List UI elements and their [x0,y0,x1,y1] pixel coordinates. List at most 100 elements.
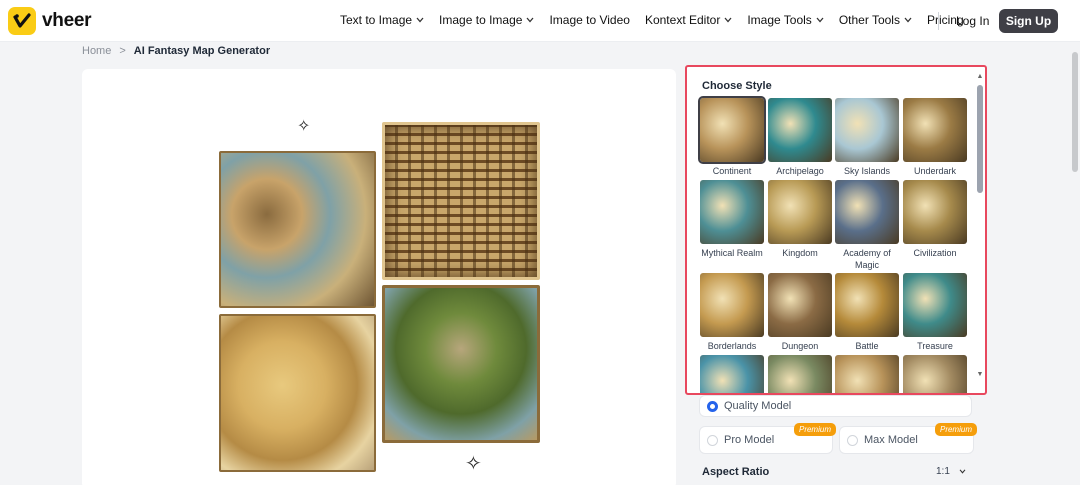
chevron-down-icon [526,17,534,23]
style-option[interactable]: Underdark [903,98,967,177]
style-thumbnail [700,273,764,337]
style-thumbnail [700,180,764,244]
style-picker: Choose Style Continent Archipelago Sky Isl… [685,65,987,395]
chevron-down-icon [724,17,732,23]
model-label: Pro Model [724,434,775,446]
sample-map-parchment [219,314,376,472]
style-option[interactable] [903,355,967,393]
model-option-quality[interactable]: Quality Model [699,395,972,417]
style-option[interactable]: Sky Islands [835,98,899,177]
chevron-down-icon [816,17,824,23]
nav-item-label: Image to Image [439,13,523,27]
vheer-logo-icon [8,7,36,35]
style-label: Borderlands [707,341,757,351]
login-link[interactable]: Log In [956,14,989,28]
main-nav: Text to Image Image to Image Image to Vi… [340,13,979,27]
scroll-down-icon[interactable]: ▼ [976,371,984,379]
style-option[interactable] [700,355,764,393]
breadcrumb-home[interactable]: Home [82,45,111,57]
nav-item-image-tools[interactable]: Image Tools [747,13,824,27]
top-header: vheer Text to Image Image to Image Image… [0,0,1080,42]
style-picker-title: Choose Style [702,80,772,92]
style-thumbnail [835,355,899,393]
style-option[interactable] [835,355,899,393]
style-thumbnail [768,98,832,162]
scroll-up-icon[interactable]: ▲ [976,73,984,81]
style-label: Civilization [913,248,957,258]
breadcrumb: Home > AI Fantasy Map Generator [82,45,270,57]
brand-logo[interactable]: vheer [8,7,92,35]
style-option[interactable]: Treasure [903,273,967,352]
nav-item-image-to-video[interactable]: Image to Video [549,13,630,27]
style-thumbnail [698,96,766,164]
breadcrumb-separator: > [119,45,126,57]
style-label: Dungeon [781,341,819,351]
nav-item-label: Other Tools [838,13,900,27]
style-thumbnail [768,355,832,393]
chevron-down-icon [416,17,424,23]
premium-badge: Premium [793,423,836,436]
style-label: Continent [712,166,752,176]
aspect-ratio-dropdown[interactable] [955,464,969,478]
style-option[interactable]: Battle [835,273,899,352]
style-option[interactable]: Archipelago [768,98,832,177]
style-option[interactable]: Mythical Realm [700,180,764,259]
style-thumbnail [903,98,967,162]
style-label: Mythical Realm [701,248,763,258]
nav-item-kontext-editor[interactable]: Kontext Editor [645,13,732,27]
style-label: Archipelago [776,166,824,176]
style-option[interactable] [768,355,832,393]
sparkle-icon: ✧ [297,118,311,135]
radio-selected-icon [707,400,718,412]
signup-button[interactable]: Sign Up [999,9,1058,33]
style-label: Sky Islands [843,166,891,176]
nav-item-text-to-image[interactable]: Text to Image [340,13,424,27]
style-label: Underdark [913,166,957,176]
style-scrollbar[interactable]: ▲ ▼ [976,73,984,385]
generation-settings: Quality Model Pro Model Premium Max Mode… [685,395,987,485]
model-label: Max Model [864,434,918,446]
style-label: Academy of Magic [843,248,891,270]
style-thumbnail [835,180,899,244]
nav-item-image-to-image[interactable]: Image to Image [439,13,534,27]
nav-item-label: Kontext Editor [644,13,721,27]
model-option-pro[interactable]: Pro Model Premium [699,423,836,454]
chevron-down-icon [904,17,912,23]
sample-map-continent [219,151,376,308]
model-option-max[interactable]: Max Model Premium [839,423,977,454]
style-label: Kingdom [782,248,818,258]
page-scrollbar[interactable] [1070,42,1080,485]
style-option[interactable]: Civilization [903,180,967,259]
sample-map-castle [382,285,540,443]
style-thumbnail [835,98,899,162]
radio-icon [707,434,718,446]
breadcrumb-current: AI Fantasy Map Generator [133,45,271,57]
page-scroll-thumb[interactable] [1072,52,1078,172]
preview-panel: ✧ ✧ [82,69,676,485]
nav-item-other-tools[interactable]: Other Tools [839,13,912,27]
sample-map-maze [382,122,540,280]
aspect-ratio-value[interactable]: 1:1 [936,466,950,477]
style-thumbnail [903,180,967,244]
aspect-ratio-label: Aspect Ratio [702,466,770,478]
chevron-down-icon [959,468,965,474]
style-thumbnail [903,273,967,337]
style-option[interactable]: Dungeon [768,273,832,352]
style-thumbnail [768,180,832,244]
nav-item-label: Image Tools [747,13,812,27]
style-label: Treasure [917,341,953,351]
style-option[interactable]: Academy of Magic [835,180,899,271]
style-thumbnail [835,273,899,337]
style-thumbnail [903,355,967,393]
brand-name: vheer [42,10,92,31]
style-option[interactable]: Continent [698,96,766,177]
style-option[interactable]: Kingdom [768,180,832,259]
scroll-thumb[interactable] [977,85,983,193]
style-thumbnail [768,273,832,337]
style-thumbnail [700,355,764,393]
nav-item-label: Image to Video [549,13,630,27]
sparkle-icon: ✧ [465,453,482,475]
premium-badge: Premium [934,423,977,436]
style-option[interactable]: Borderlands [700,273,764,352]
style-label: Battle [855,341,879,351]
